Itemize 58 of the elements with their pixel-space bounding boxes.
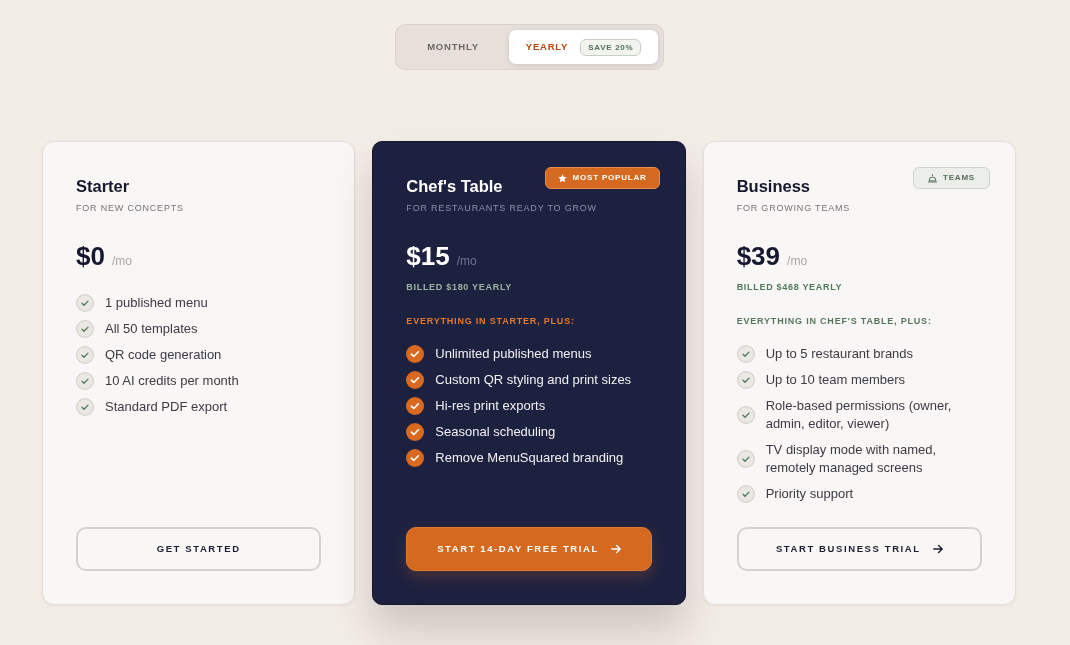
feature-text: Hi-res print exports bbox=[435, 397, 546, 415]
billing-tab[interactable]: MONTHLY bbox=[401, 30, 505, 64]
feature-text: Remove MenuSquared branding bbox=[435, 449, 624, 467]
check-icon bbox=[76, 294, 94, 312]
discount-badge: SAVE 20% bbox=[580, 38, 642, 56]
check-icon bbox=[76, 398, 94, 416]
feature-text: Up to 10 team members bbox=[765, 371, 906, 389]
feature-text: Seasonal scheduling bbox=[435, 423, 556, 441]
plan-name: Starter bbox=[76, 176, 130, 196]
plan-tagline: FOR RESTAURANTS READY TO GROW bbox=[406, 202, 597, 215]
plan-tagline: FOR NEW CONCEPTS bbox=[76, 202, 184, 215]
check-icon bbox=[736, 345, 755, 363]
feature-text: 1 published menu bbox=[105, 294, 208, 312]
check-icon bbox=[406, 371, 425, 389]
badge-label: MOST POPULAR bbox=[572, 172, 647, 184]
check-icon bbox=[406, 423, 425, 441]
feature-text: Custom QR styling and print sizes bbox=[435, 371, 632, 389]
price-period: /mo bbox=[787, 253, 808, 270]
check-icon bbox=[406, 449, 425, 467]
check-icon bbox=[406, 345, 425, 363]
arrow-right-icon bbox=[610, 544, 621, 554]
check-icon bbox=[406, 397, 425, 415]
get-started-button[interactable]: GET STARTED bbox=[76, 527, 322, 571]
feature-text: TV display mode with named, remotely managed screens bbox=[765, 441, 938, 477]
feature-text: 10 AI credits per month bbox=[105, 372, 239, 390]
check-icon bbox=[76, 372, 94, 390]
plan-price: $15 bbox=[406, 240, 450, 272]
check-icon bbox=[76, 346, 94, 364]
star-icon bbox=[557, 173, 567, 183]
billing-note: BILLED $180 YEARLY bbox=[406, 281, 512, 294]
check-icon bbox=[76, 320, 94, 338]
start-trial-button[interactable]: START BUSINESS TRIAL bbox=[736, 527, 982, 571]
billing-tab[interactable]: YEARLY SAVE 20% bbox=[509, 30, 658, 64]
badge-label: TEAMS bbox=[943, 172, 975, 184]
check-icon bbox=[736, 485, 755, 503]
billing-note: BILLED $468 YEARLY bbox=[736, 281, 843, 294]
features-heading: EVERYTHING IN CHEF'S TABLE, PLUS: bbox=[736, 315, 932, 328]
plan-price: $0 bbox=[76, 240, 105, 272]
arrow-right-icon bbox=[932, 544, 943, 554]
feature-text: Unlimited published menus bbox=[435, 345, 592, 363]
feature-text: Up to 5 restaurant brands bbox=[765, 345, 914, 363]
plan-name: Business bbox=[736, 176, 811, 196]
price-period: /mo bbox=[456, 253, 477, 270]
start-trial-button[interactable]: START 14-DAY FREE TRIAL bbox=[406, 527, 652, 571]
check-icon bbox=[736, 450, 755, 468]
features-heading: EVERYTHING IN STARTER, PLUS: bbox=[406, 315, 575, 328]
plan-price: $39 bbox=[736, 240, 781, 272]
feature-text: Priority support bbox=[765, 485, 854, 503]
feature-text: QR code generation bbox=[105, 346, 222, 364]
price-period: /mo bbox=[111, 253, 132, 270]
feature-text: All 50 templates bbox=[105, 320, 198, 338]
service-bell-icon bbox=[928, 173, 937, 183]
plan-tagline: FOR GROWING TEAMS bbox=[736, 202, 851, 215]
check-icon bbox=[736, 371, 755, 389]
feature-text: Standard PDF export bbox=[105, 398, 228, 416]
check-icon bbox=[736, 406, 755, 424]
feature-text: Role-based permissions (owner, admin, editor, viewer) bbox=[765, 397, 953, 433]
plan-name: Chef's Table bbox=[406, 176, 503, 196]
